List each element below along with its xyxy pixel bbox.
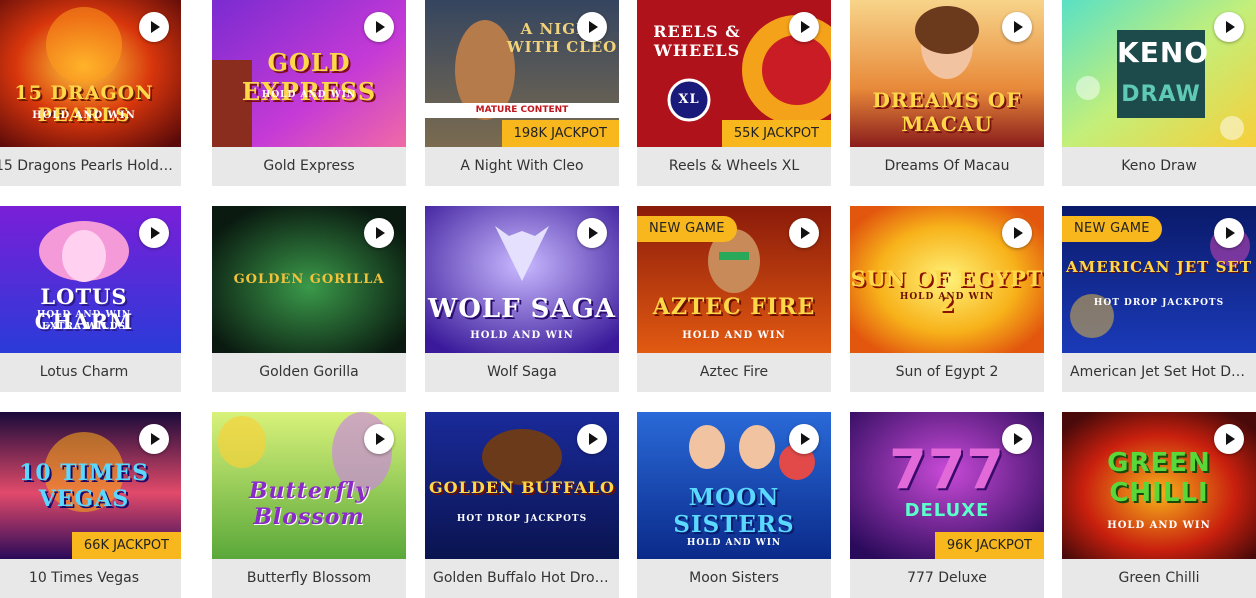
- game-tile-american-jet-set[interactable]: AMERICAN JET SET HOT DROP JACKPOTS NEW G…: [1062, 206, 1256, 392]
- play-icon[interactable]: [139, 424, 169, 454]
- play-icon[interactable]: [577, 424, 607, 454]
- game-tile-moon-sisters[interactable]: MOON SISTERS HOLD AND WIN Moon Sisters: [637, 412, 831, 598]
- game-tile-lotus-charm[interactable]: LOTUS CHARM HOLD AND WIN EXTRA WILDS Lot…: [0, 206, 181, 392]
- game-tile-aztec-fire[interactable]: AZTEC FIRE HOLD AND WIN NEW GAME Aztec F…: [637, 206, 831, 392]
- new-game-badge: NEW GAME: [637, 216, 737, 242]
- play-icon[interactable]: [789, 218, 819, 248]
- game-tile-golden-buffalo[interactable]: GOLDEN BUFFALO HOT DROP JACKPOTS Golden …: [425, 412, 619, 598]
- play-icon[interactable]: [789, 12, 819, 42]
- jackpot-badge: 96K JACKPOT: [934, 532, 1044, 559]
- game-tile-10-times-vegas[interactable]: 10 TIMES VEGAS 66K JACKPOT 10 Times Vega…: [0, 412, 181, 598]
- game-thumbnail[interactable]: 777 DELUXE 96K JACKPOT: [850, 412, 1044, 559]
- play-icon[interactable]: [1002, 218, 1032, 248]
- game-thumbnail[interactable]: DREAMS OF MACAU: [850, 0, 1044, 147]
- game-thumbnail[interactable]: GREEN CHILLI HOLD AND WIN: [1062, 412, 1256, 559]
- game-tile-wolf-saga[interactable]: WOLF SAGA HOLD AND WIN Wolf Saga: [425, 206, 619, 392]
- play-icon[interactable]: [1002, 424, 1032, 454]
- game-tile-golden-gorilla[interactable]: GOLDEN GORILLA Golden Gorilla: [212, 206, 406, 392]
- play-icon[interactable]: [139, 12, 169, 42]
- game-tile-green-chilli[interactable]: GREEN CHILLI HOLD AND WIN Green Chilli: [1062, 412, 1256, 598]
- play-icon[interactable]: [577, 218, 607, 248]
- play-icon[interactable]: [1002, 12, 1032, 42]
- game-title[interactable]: Sun of Egypt 2: [850, 353, 1044, 392]
- game-thumbnail[interactable]: AMERICAN JET SET HOT DROP JACKPOTS NEW G…: [1062, 206, 1256, 353]
- game-title[interactable]: Golden Buffalo Hot Drop...: [425, 559, 619, 598]
- game-thumbnail[interactable]: WOLF SAGA HOLD AND WIN: [425, 206, 619, 353]
- game-thumbnail[interactable]: GOLDEN GORILLA: [212, 206, 406, 353]
- game-tile-sun-of-egypt-2[interactable]: SUN OF EGYPT 2 HOLD AND WIN Sun of Egypt…: [850, 206, 1044, 392]
- mature-content-label: MATURE CONTENT: [425, 103, 619, 118]
- game-tile-reels-wheels-xl[interactable]: REELS & WHEELS XL 55K JACKPOT Reels & Wh…: [637, 0, 831, 186]
- game-thumbnail[interactable]: 15 DRAGON PEARLS HOLD AND WIN: [0, 0, 181, 147]
- game-thumbnail[interactable]: A NIGHT WITH CLEO MATURE CONTENT 198K JA…: [425, 0, 619, 147]
- play-icon[interactable]: [1214, 12, 1244, 42]
- game-title[interactable]: A Night With Cleo: [425, 147, 619, 186]
- game-thumbnail[interactable]: AZTEC FIRE HOLD AND WIN NEW GAME: [637, 206, 831, 353]
- jackpot-badge: 198K JACKPOT: [501, 120, 619, 147]
- game-thumbnail[interactable]: SUN OF EGYPT 2 HOLD AND WIN: [850, 206, 1044, 353]
- game-tile-777-deluxe[interactable]: 777 DELUXE 96K JACKPOT 777 Deluxe: [850, 412, 1044, 598]
- game-title[interactable]: Aztec Fire: [637, 353, 831, 392]
- jackpot-badge: 66K JACKPOT: [71, 532, 181, 559]
- game-tile-gold-express[interactable]: GOLD EXPRESS HOLD AND WIN Gold Express: [212, 0, 406, 186]
- play-icon[interactable]: [364, 12, 394, 42]
- game-thumbnail[interactable]: GOLD EXPRESS HOLD AND WIN: [212, 0, 406, 147]
- game-title[interactable]: Wolf Saga: [425, 353, 619, 392]
- game-thumbnail[interactable]: KENO DRAW: [1062, 0, 1256, 147]
- game-title[interactable]: 15 Dragons Pearls Hold a...: [0, 147, 181, 186]
- game-title[interactable]: American Jet Set Hot Dr...: [1062, 353, 1256, 392]
- game-title[interactable]: Golden Gorilla: [212, 353, 406, 392]
- game-tile-night-with-cleo[interactable]: A NIGHT WITH CLEO MATURE CONTENT 198K JA…: [425, 0, 619, 186]
- game-title[interactable]: Keno Draw: [1062, 147, 1256, 186]
- game-thumbnail[interactable]: 10 TIMES VEGAS 66K JACKPOT: [0, 412, 181, 559]
- game-thumbnail[interactable]: GOLDEN BUFFALO HOT DROP JACKPOTS: [425, 412, 619, 559]
- game-title[interactable]: 10 Times Vegas: [0, 559, 181, 598]
- play-icon[interactable]: [1214, 424, 1244, 454]
- game-tile-15-dragon-pearls[interactable]: 15 DRAGON PEARLS HOLD AND WIN 15 Dragons…: [0, 0, 181, 186]
- jackpot-badge: 55K JACKPOT: [721, 120, 831, 147]
- game-title[interactable]: Green Chilli: [1062, 559, 1256, 598]
- play-icon[interactable]: [139, 218, 169, 248]
- game-thumbnail[interactable]: REELS & WHEELS XL 55K JACKPOT: [637, 0, 831, 147]
- new-game-badge: NEW GAME: [1062, 216, 1162, 242]
- game-tile-dreams-of-macau[interactable]: DREAMS OF MACAU Dreams Of Macau: [850, 0, 1044, 186]
- game-title[interactable]: Reels & Wheels XL: [637, 147, 831, 186]
- game-thumbnail[interactable]: MOON SISTERS HOLD AND WIN: [637, 412, 831, 559]
- play-icon[interactable]: [789, 424, 819, 454]
- game-thumbnail[interactable]: LOTUS CHARM HOLD AND WIN EXTRA WILDS: [0, 206, 181, 353]
- game-tile-keno-draw[interactable]: KENO DRAW Keno Draw: [1062, 0, 1256, 186]
- game-title[interactable]: 777 Deluxe: [850, 559, 1044, 598]
- game-thumbnail[interactable]: Butterfly Blossom: [212, 412, 406, 559]
- play-icon[interactable]: [364, 218, 394, 248]
- game-title[interactable]: Lotus Charm: [0, 353, 181, 392]
- game-tile-butterfly-blossom[interactable]: Butterfly Blossom Butterfly Blossom: [212, 412, 406, 598]
- play-icon[interactable]: [1214, 218, 1244, 248]
- play-icon[interactable]: [364, 424, 394, 454]
- game-title[interactable]: Dreams Of Macau: [850, 147, 1044, 186]
- game-title[interactable]: Moon Sisters: [637, 559, 831, 598]
- game-title[interactable]: Gold Express: [212, 147, 406, 186]
- game-title[interactable]: Butterfly Blossom: [212, 559, 406, 598]
- play-icon[interactable]: [577, 12, 607, 42]
